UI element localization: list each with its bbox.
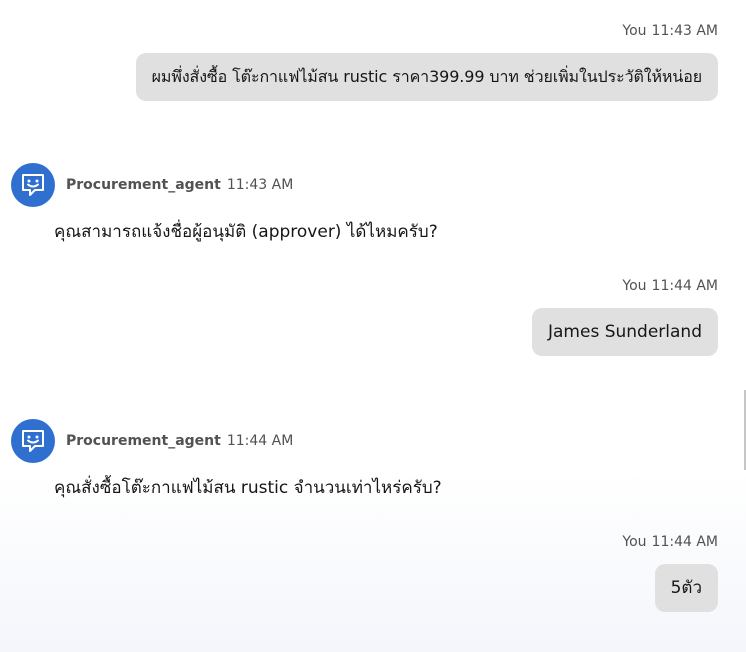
- user-message-bubble: 5ตัว: [654, 564, 718, 612]
- agent-message-text: คุณสามารถแจ้งชื่อผู้อนุมัติ (approver) ไ…: [54, 222, 438, 242]
- agent-avatar: [11, 419, 55, 463]
- chat-bot-icon: [22, 174, 44, 196]
- agent-name: Procurement_agent: [66, 177, 221, 193]
- agent-message-text: คุณสั่งซื้อโต๊ะกาแฟไม้สน rustic จำนวนเท่…: [54, 478, 442, 498]
- sender-name: You: [622, 534, 647, 550]
- chat-transcript: You 11:43 AM ผมพึ่งสั่งซื้อ โต๊ะกาแฟไม้สน…: [0, 0, 746, 652]
- agent-message-header: Procurement_agent 11:43 AM: [11, 163, 438, 207]
- message-time: 11:44 AM: [651, 278, 718, 294]
- agent-name: Procurement_agent: [66, 433, 221, 449]
- user-message-bubble: James Sunderland: [532, 308, 718, 356]
- agent-message: Procurement_agent 11:44 AM คุณสั่งซื้อโต…: [11, 419, 442, 501]
- message-time: 11:43 AM: [226, 177, 294, 193]
- agent-message: Procurement_agent 11:43 AM คุณสามารถแจ้ง…: [11, 163, 438, 245]
- chat-bot-icon: [22, 430, 44, 452]
- message-time: 11:44 AM: [651, 534, 718, 550]
- message-time: 11:44 AM: [226, 433, 294, 449]
- agent-avatar: [11, 163, 55, 207]
- sender-name: You: [622, 278, 647, 294]
- message-time: 11:43 AM: [651, 23, 718, 39]
- user-message-bubble: ผมพึ่งสั่งซื้อ โต๊ะกาแฟไม้สน rustic ราคา…: [135, 53, 718, 101]
- sender-name: You: [622, 23, 647, 39]
- user-message: You 11:44 AM 5ตัว: [622, 534, 718, 612]
- user-message-meta: You 11:44 AM: [622, 278, 718, 294]
- user-message: You 11:43 AM ผมพึ่งสั่งซื้อ โต๊ะกาแฟไม้สน…: [135, 23, 718, 101]
- agent-message-header: Procurement_agent 11:44 AM: [11, 419, 442, 463]
- user-message-meta: You 11:44 AM: [622, 534, 718, 550]
- user-message: You 11:44 AM James Sunderland: [532, 278, 718, 356]
- user-message-meta: You 11:43 AM: [622, 23, 718, 39]
